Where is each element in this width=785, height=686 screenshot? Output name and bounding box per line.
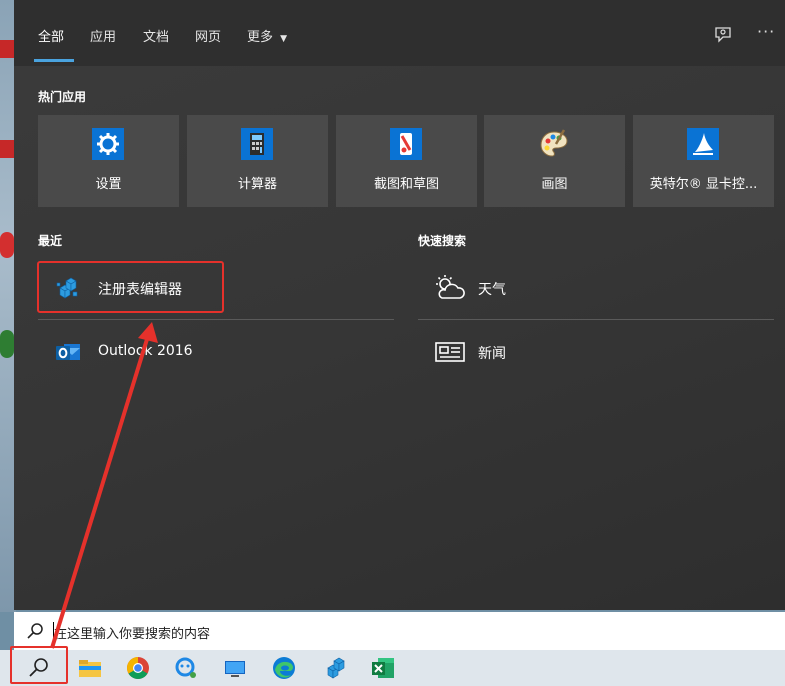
- tab-more-label: 更多: [247, 30, 274, 45]
- divider: [38, 319, 394, 320]
- pdf-desktop-icon[interactable]: [0, 40, 14, 58]
- quick-search-weather[interactable]: 天气: [418, 264, 774, 312]
- quick-search-label: 新闻: [478, 346, 506, 362]
- divider: [418, 319, 774, 320]
- app-tile-intel-graphics[interactable]: 英特尔® 显卡控...: [633, 115, 774, 207]
- app-tile-label: 设置: [95, 177, 122, 192]
- outlook-icon: [56, 344, 80, 360]
- recent-item-label: Outlook 2016: [98, 343, 193, 359]
- annotation-highlight-box: [10, 646, 68, 684]
- intel-graphics-icon: [687, 128, 719, 160]
- calculator-icon: [241, 128, 273, 160]
- tab-apps[interactable]: 应用: [90, 26, 116, 45]
- app-icon[interactable]: [172, 654, 200, 682]
- taskbar: [0, 650, 785, 686]
- app-tile-snip-sketch[interactable]: 截图和草图: [336, 115, 477, 207]
- news-icon: [435, 342, 465, 362]
- gear-icon: [92, 128, 124, 160]
- top-apps-title: 热门应用: [38, 90, 87, 104]
- tab-documents[interactable]: 文档: [143, 26, 169, 45]
- app-tile-paint[interactable]: 画图: [484, 115, 625, 207]
- monitor-icon[interactable]: [221, 654, 249, 682]
- paint-icon: [540, 129, 568, 157]
- search-input[interactable]: 在这里输入你要搜索的内容: [54, 623, 210, 642]
- tab-all[interactable]: 全部: [38, 26, 64, 45]
- active-tab-indicator: [34, 59, 74, 62]
- search-box[interactable]: 在这里输入你要搜索的内容: [14, 612, 785, 650]
- app-desktop-icon[interactable]: [0, 232, 14, 258]
- tab-more[interactable]: 更多 ▼: [247, 26, 287, 45]
- edge-icon[interactable]: [270, 654, 298, 682]
- pdf-desktop-icon[interactable]: [0, 140, 14, 158]
- chevron-down-icon: ▼: [280, 34, 288, 44]
- quick-search-news[interactable]: 新闻: [418, 328, 774, 376]
- excel-icon[interactable]: [369, 654, 397, 682]
- app-tile-label: 计算器: [237, 177, 277, 192]
- chrome-icon[interactable]: [124, 654, 152, 682]
- search-icon: [27, 623, 43, 639]
- feedback-icon[interactable]: [714, 26, 734, 44]
- recent-title: 最近: [38, 234, 63, 248]
- annotation-highlight-box: [37, 261, 224, 313]
- app-tile-label: 画图: [541, 177, 568, 192]
- tab-web[interactable]: 网页: [195, 26, 221, 45]
- regedit-icon[interactable]: [322, 654, 350, 682]
- app-tile-calculator[interactable]: 计算器: [187, 115, 328, 207]
- search-nav: 全部 应用 文档 网页 更多 ▼ ···: [14, 0, 785, 66]
- chrome-desktop-icon[interactable]: [0, 330, 14, 358]
- weather-icon: [436, 275, 465, 299]
- app-tile-label: 英特尔® 显卡控...: [649, 177, 758, 192]
- app-tile-settings[interactable]: 设置: [38, 115, 179, 207]
- app-tile-label: 截图和草图: [373, 177, 439, 192]
- quick-search-label: 天气: [478, 282, 506, 298]
- recent-item-outlook[interactable]: Outlook 2016: [38, 328, 394, 376]
- file-explorer-icon[interactable]: [76, 654, 104, 682]
- quick-search-title: 快速搜索: [418, 234, 467, 248]
- ellipsis-icon[interactable]: ···: [757, 22, 775, 41]
- snip-sketch-icon: [390, 128, 422, 160]
